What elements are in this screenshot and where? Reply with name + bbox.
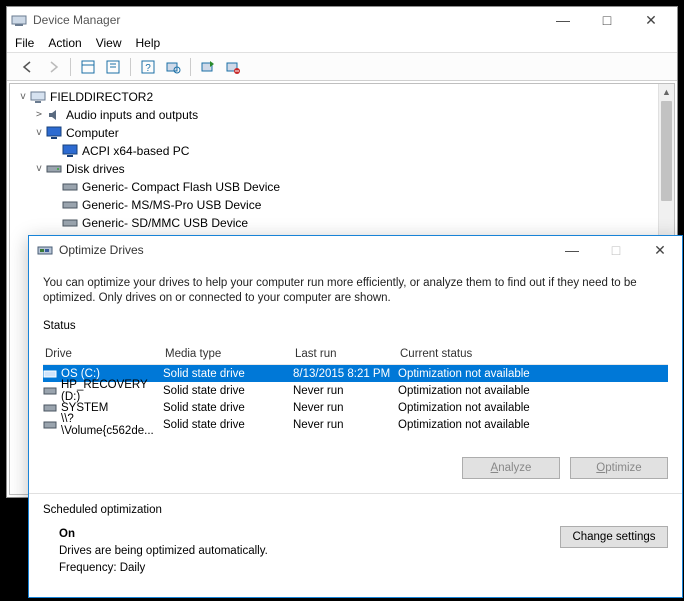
toolbar-update-button[interactable]	[197, 56, 219, 78]
tree-diskdrives[interactable]: v Disk drives	[10, 160, 674, 178]
col-status-header[interactable]: Current status	[398, 348, 668, 360]
toolbar-sep	[190, 58, 191, 76]
tree-disk-item[interactable]: Generic- MS/MS-Pro USB Device	[10, 196, 674, 214]
od-drive-row[interactable]: \\?\Volume{c562de...Solid state driveNev…	[43, 416, 668, 433]
od-sched-on: On	[59, 528, 75, 540]
tree-audio[interactable]: > Audio inputs and outputs	[10, 106, 674, 124]
dm-titlebar[interactable]: Device Manager — □ ✕	[7, 7, 677, 33]
tree-label: Computer	[66, 124, 119, 142]
od-buttons: Analyze Optimize	[29, 433, 682, 493]
tree-disk-item[interactable]: Generic- Compact Flash USB Device	[10, 178, 674, 196]
tree-label: Disk drives	[66, 160, 125, 178]
drive-icon	[62, 179, 78, 195]
device-manager-icon	[11, 12, 27, 28]
toolbar-scan-button[interactable]	[162, 56, 184, 78]
dm-title-text: Device Manager	[33, 13, 541, 27]
drive-lastrun: Never run	[293, 385, 398, 397]
drive-lastrun: 8/13/2015 8:21 PM	[293, 368, 398, 380]
tree-label: Generic- MS/MS-Pro USB Device	[82, 196, 261, 214]
drive-icon	[62, 197, 78, 213]
drive-media: Solid state drive	[163, 368, 293, 380]
optimize-button[interactable]: Optimize	[570, 457, 668, 479]
drive-status: Optimization not available	[398, 419, 668, 431]
drive-media: Solid state drive	[163, 385, 293, 397]
tree-label: ACPI x64-based PC	[82, 142, 189, 160]
od-description: You can optimize your drives to help you…	[29, 264, 682, 314]
menu-action[interactable]: Action	[48, 36, 81, 50]
analyze-button[interactable]: Analyze	[462, 457, 560, 479]
toolbar-back-button[interactable]	[17, 56, 39, 78]
tree-computer-child[interactable]: ACPI x64-based PC	[10, 142, 674, 160]
audio-icon	[46, 107, 62, 123]
monitor-icon	[46, 125, 62, 141]
menu-help[interactable]: Help	[136, 36, 161, 50]
drive-name: HP_RECOVERY (D:)	[61, 379, 163, 403]
computer-icon	[30, 89, 46, 105]
od-drive-list: Drive Media type Last run Current status…	[43, 342, 668, 433]
od-title-text: Optimize Drives	[59, 243, 550, 257]
toolbar-forward-button[interactable]	[42, 56, 64, 78]
change-settings-button[interactable]: Change settings	[560, 526, 668, 548]
od-list-header[interactable]: Drive Media type Last run Current status	[43, 343, 668, 365]
toolbar-console-button[interactable]	[77, 56, 99, 78]
dm-minimize-button[interactable]: —	[541, 7, 585, 33]
tree-label: Generic- SD/MMC USB Device	[82, 214, 248, 232]
od-drive-row[interactable]: HP_RECOVERY (D:)Solid state driveNever r…	[43, 382, 668, 399]
drive-lastrun: Never run	[293, 402, 398, 414]
dm-menubar: File Action View Help	[7, 33, 677, 53]
drive-icon	[62, 215, 78, 231]
drive-icon	[43, 384, 57, 398]
tree-root[interactable]: v FIELDDIRECTOR2	[10, 88, 674, 106]
od-minimize-button[interactable]: —	[550, 236, 594, 264]
toolbar-help-button[interactable]: ?	[137, 56, 159, 78]
drive-icon	[43, 418, 57, 432]
col-last-header[interactable]: Last run	[293, 348, 398, 360]
od-maximize-button: □	[594, 236, 638, 264]
scroll-up-button[interactable]: ▲	[659, 84, 674, 100]
drive-name: \\?\Volume{c562de...	[61, 413, 163, 437]
od-titlebar[interactable]: Optimize Drives — □ ✕	[29, 236, 682, 264]
optimize-drives-window: Optimize Drives — □ ✕ You can optimize y…	[28, 235, 683, 598]
toolbar-properties-button[interactable]	[102, 56, 124, 78]
svg-text:?: ?	[145, 63, 151, 74]
col-media-header[interactable]: Media type	[163, 348, 293, 360]
toolbar-sep	[70, 58, 71, 76]
dm-maximize-button[interactable]: □	[585, 7, 629, 33]
tree-label: Audio inputs and outputs	[66, 106, 198, 124]
drive-status: Optimization not available	[398, 385, 668, 397]
od-close-button[interactable]: ✕	[638, 236, 682, 264]
drive-icon	[46, 161, 62, 177]
scroll-thumb[interactable]	[661, 101, 672, 201]
drive-status: Optimization not available	[398, 402, 668, 414]
dm-close-button[interactable]: ✕	[629, 7, 673, 33]
tree-label: Generic- Compact Flash USB Device	[82, 178, 280, 196]
toolbar-sep	[130, 58, 131, 76]
drive-media: Solid state drive	[163, 419, 293, 431]
od-sched-freq: Frequency: Daily	[59, 562, 145, 574]
od-scheduled-label: Scheduled optimization	[29, 494, 682, 520]
tree-computer[interactable]: v Computer	[10, 124, 674, 142]
od-sched-desc: Drives are being optimized automatically…	[59, 545, 268, 557]
optimize-drives-icon	[37, 242, 53, 258]
od-scheduled-body: On Drives are being optimized automatica…	[29, 520, 682, 581]
menu-file[interactable]: File	[15, 36, 34, 50]
drive-media: Solid state drive	[163, 402, 293, 414]
tree-label: FIELDDIRECTOR2	[50, 88, 153, 106]
menu-view[interactable]: View	[96, 36, 122, 50]
col-drive-header[interactable]: Drive	[43, 348, 163, 360]
od-status-label: Status	[29, 314, 682, 342]
drive-lastrun: Never run	[293, 419, 398, 431]
drive-status: Optimization not available	[398, 368, 668, 380]
monitor-icon	[62, 143, 78, 159]
dm-toolbar: ?	[7, 53, 677, 81]
tree-disk-item[interactable]: Generic- SD/MMC USB Device	[10, 214, 674, 232]
toolbar-uninstall-button[interactable]	[222, 56, 244, 78]
